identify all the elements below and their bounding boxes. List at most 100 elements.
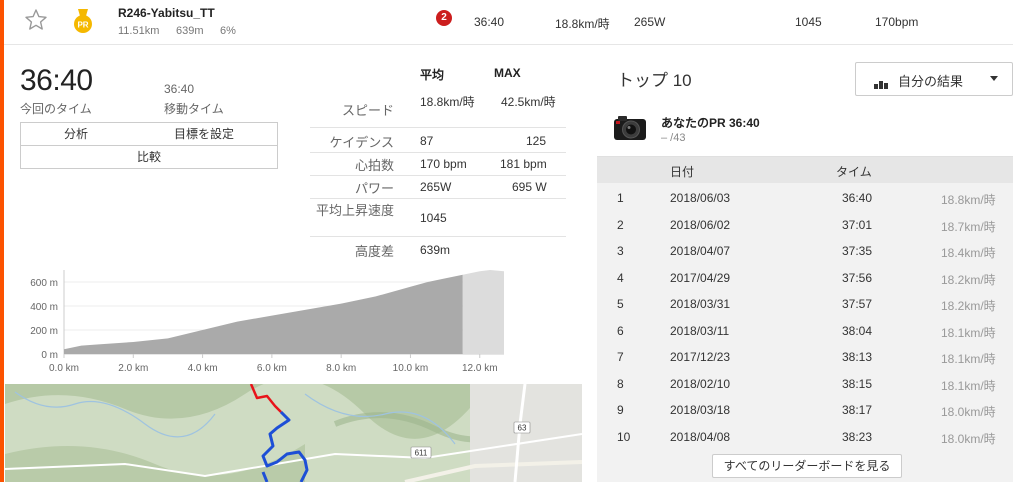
leaderboard-time: 37:01 <box>842 217 873 232</box>
leaderboard-speed: 18.0km/時 <box>941 405 996 419</box>
x-tick-label: 12.0 km <box>462 363 498 374</box>
segment-grade: 6% <box>220 25 236 37</box>
leaderboard-time: 37:35 <box>842 244 873 258</box>
divider <box>310 236 566 237</box>
table-row[interactable]: 6 2018/03/11 38:04 18.1km/時 <box>597 317 1013 343</box>
leaderboard-speed: 18.1km/時 <box>941 325 996 340</box>
elevation-chart[interactable]: 0 m 200 m 400 m 600 m 0.0 km 2.0 km 4.0 km 6.0 … <box>10 262 510 382</box>
stat-avg-power: 265W <box>420 180 452 194</box>
leaderboard-time: 37:57 <box>842 297 873 311</box>
segment-speed: 18.8km/時 <box>555 17 610 31</box>
leaderboard-speed: 18.1km/時 <box>941 352 996 366</box>
leaderboard-date: 2017/12/23 <box>670 350 731 364</box>
leaderboard-title: トップ 10 <box>617 71 692 90</box>
leaderboard-time: 38:15 <box>842 376 873 391</box>
stat-label-elev-diff: 高度差 <box>354 244 394 259</box>
elevation-area <box>64 274 463 354</box>
leaderboard-time: 38:04 <box>842 323 873 338</box>
accent-edge <box>0 0 4 482</box>
header-time: タイム <box>836 165 872 179</box>
x-tick-label: 2.0 km <box>118 363 148 374</box>
moving-time-label: 移動タイム <box>164 102 224 116</box>
elapsed-time-label: 今回のタイム <box>20 102 92 116</box>
leaderboard-rank: 9 <box>617 403 624 417</box>
moving-time: 36:40 <box>164 82 195 96</box>
segment-power: 265W <box>634 15 666 29</box>
divider <box>310 152 566 153</box>
stat-avg-vam: 1045 <box>420 211 447 225</box>
leaderboard-panel: あなたのPR 36:40 – /43 日付 タイム 1 2018/06/03 36:… <box>597 100 1013 482</box>
leaderboard-rank: 4 <box>617 270 624 285</box>
stats-header-avg: 平均 <box>420 68 445 82</box>
x-tick-label: 8.0 km <box>326 363 356 374</box>
leaderboard-date: 2018/03/11 <box>670 323 730 338</box>
stat-label-cadence: ケイデンス <box>329 135 394 150</box>
leaderboard-rank: 3 <box>617 244 624 258</box>
table-row[interactable]: 1 2018/06/03 36:40 18.8km/時 <box>597 184 1013 210</box>
leaderboard-rank: 5 <box>617 297 624 311</box>
pr-row[interactable]: あなたのPR 36:40 – /43 <box>597 100 1013 157</box>
segment-row[interactable]: PR R246-Yabitsu_TT 11.51km 639m 6% 2 36:… <box>4 0 1013 45</box>
elapsed-time: 36:40 <box>20 64 93 97</box>
results-filter-dropdown[interactable]: 自分の結果 <box>855 62 1013 96</box>
y-tick-label: 600 m <box>30 278 58 289</box>
stat-avg-elev-diff: 639m <box>420 243 451 257</box>
leaderboard-time: 38:17 <box>842 403 873 417</box>
compare-button[interactable]: 比較 <box>21 146 277 168</box>
y-tick-label: 400 m <box>30 302 58 313</box>
segment-name-link[interactable]: R246-Yabitsu_TT <box>118 6 215 20</box>
analyze-button[interactable]: 分析 <box>21 123 131 145</box>
table-row[interactable]: 10 2018/04/08 38:23 18.0km/時 <box>597 423 1013 449</box>
set-goal-button[interactable]: 目標を設定 <box>131 123 277 145</box>
leaderboard-time: 38:13 <box>842 350 873 364</box>
stat-max-speed: 42.5km/時 <box>501 95 556 109</box>
divider <box>310 127 566 128</box>
stat-label-vam: 平均上昇速度 <box>315 203 394 218</box>
table-row[interactable]: 2 2018/06/02 37:01 18.7km/時 <box>597 211 1013 237</box>
segment-elev-gain: 639m <box>176 25 204 37</box>
segment-heart-rate: 170bpm <box>875 15 919 29</box>
leaderboard-rank: 2 <box>617 217 624 232</box>
see-all-leaderboards-button[interactable]: すべてのリーダーボードを見る <box>712 454 902 478</box>
stat-label-speed: スピード <box>341 103 394 118</box>
table-row[interactable]: 9 2018/03/18 38:17 18.0km/時 <box>597 396 1013 422</box>
leaderboard-date: 2018/03/31 <box>670 297 731 311</box>
stats-header-max: MAX <box>494 66 521 80</box>
star-icon[interactable] <box>24 8 48 32</box>
leaderboard-speed: 18.0km/時 <box>941 431 996 446</box>
pr-rank: – /43 <box>661 132 686 144</box>
leaderboard-header: 日付 タイム <box>597 157 1013 183</box>
road-label-63: 63 <box>518 424 527 433</box>
table-row[interactable]: 8 2018/02/10 38:15 18.1km/時 <box>597 370 1013 396</box>
leaderboard-time: 36:40 <box>842 191 873 205</box>
segment-time: 36:40 <box>474 15 505 29</box>
divider <box>310 175 566 176</box>
dropdown-label: 自分の結果 <box>898 74 964 89</box>
pr-medal-text: PR <box>77 21 88 30</box>
divider <box>310 198 566 199</box>
leaderboard-rank: 1 <box>617 191 624 205</box>
stat-avg-cadence: 87 <box>420 134 434 148</box>
leaderboard-speed: 18.4km/時 <box>941 246 996 260</box>
leaderboard-rank: 6 <box>617 323 624 338</box>
table-row[interactable]: 4 2017/04/29 37:56 18.2km/時 <box>597 264 1013 290</box>
stat-avg-speed: 18.8km/時 <box>420 95 475 109</box>
leaderboard-time: 37:56 <box>842 270 873 285</box>
leaderboard-date: 2018/04/08 <box>670 429 731 444</box>
segment-distance: 11.51km <box>118 25 160 37</box>
segment-vam: 1045 <box>795 15 822 29</box>
leaderboard-date: 2017/04/29 <box>670 270 731 285</box>
leaderboard-speed: 18.2km/時 <box>941 272 996 287</box>
leaderboard-date: 2018/06/03 <box>670 191 731 205</box>
leaderboard-rank: 8 <box>617 376 624 391</box>
camera-avatar-icon <box>614 116 646 140</box>
leaderboard-date: 2018/02/10 <box>670 376 731 391</box>
table-row[interactable]: 3 2018/04/07 37:35 18.4km/時 <box>597 237 1013 263</box>
segment-map[interactable]: 611 63 <box>5 384 582 482</box>
bar-chart-icon <box>874 75 889 89</box>
table-row[interactable]: 5 2018/03/31 37:57 18.2km/時 <box>597 290 1013 316</box>
rank-badge: 2 <box>436 10 452 26</box>
leaderboard-date: 2018/04/07 <box>670 244 731 258</box>
table-row[interactable]: 7 2017/12/23 38:13 18.1km/時 <box>597 343 1013 369</box>
leaderboard-date: 2018/03/18 <box>670 403 731 417</box>
